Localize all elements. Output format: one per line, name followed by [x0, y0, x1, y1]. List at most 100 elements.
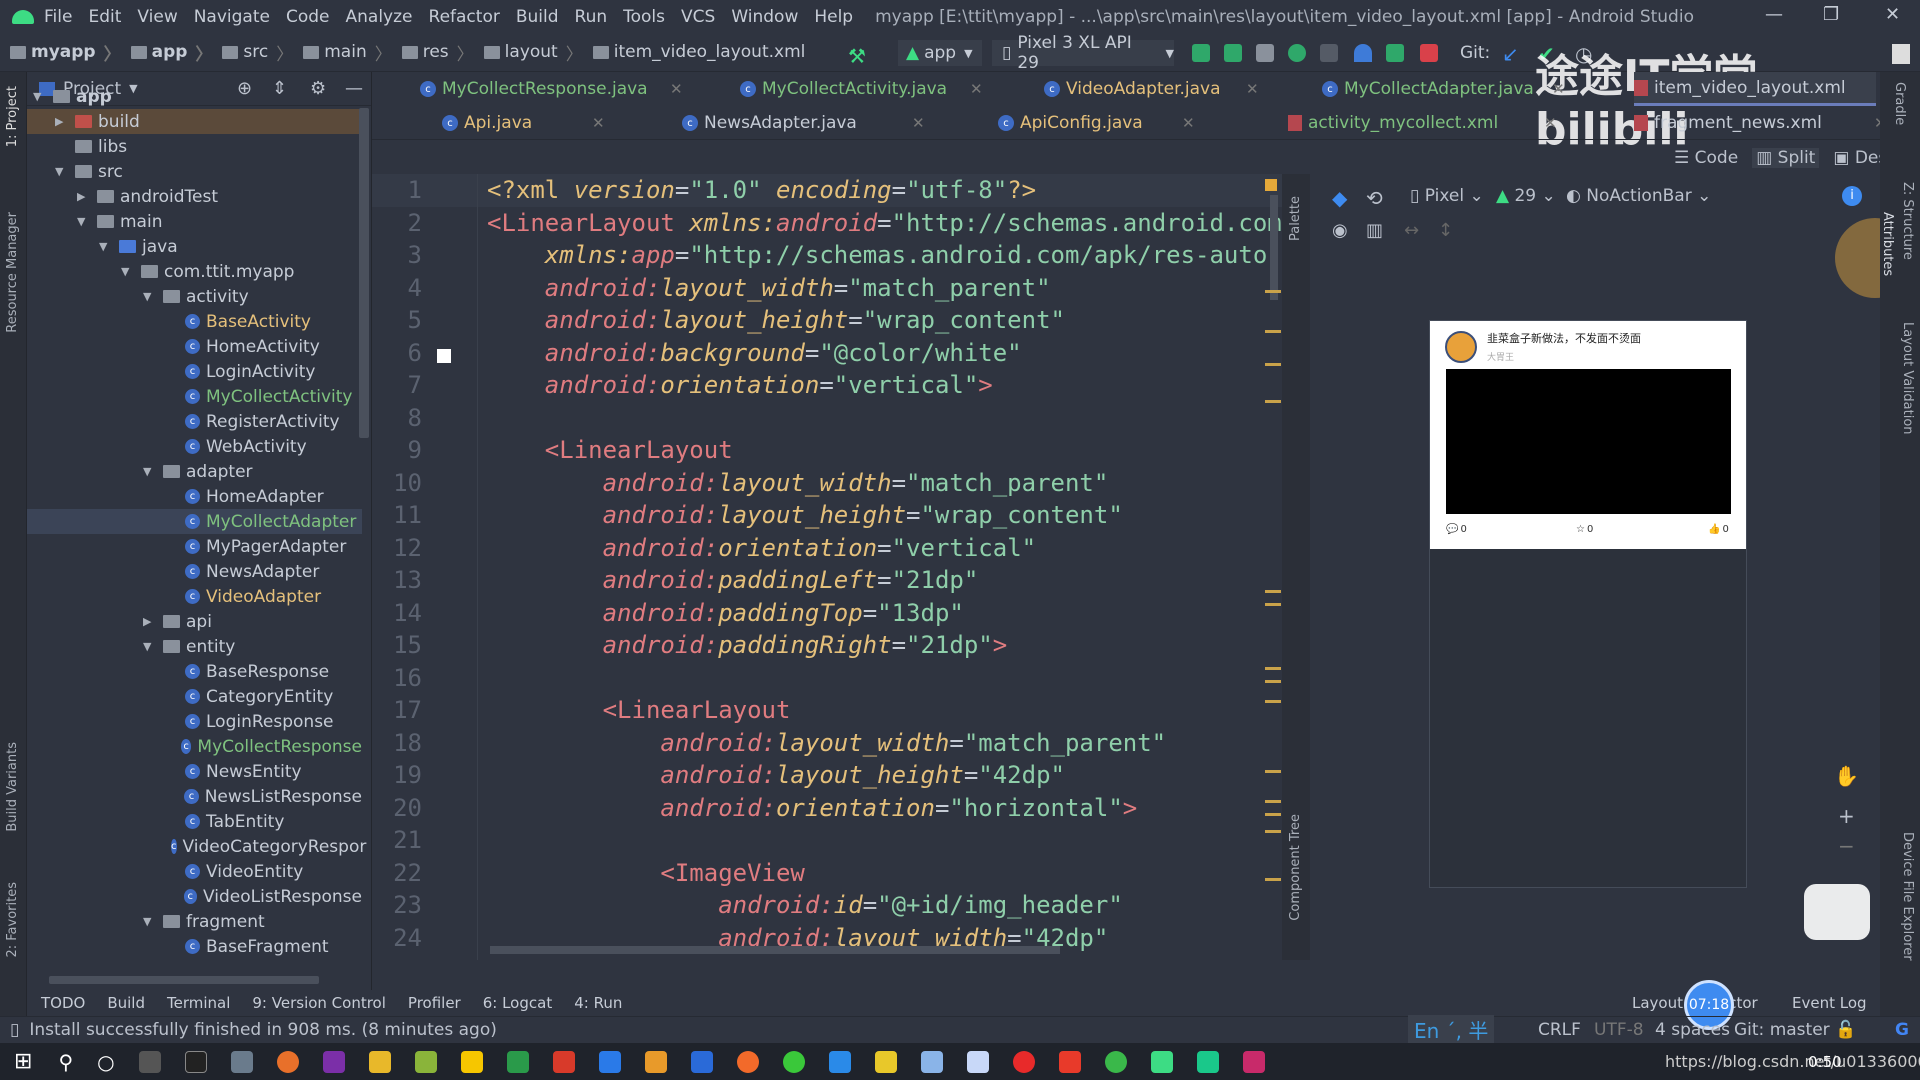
project-tool-tab[interactable]: 1: Project: [5, 86, 20, 147]
tool-window-button[interactable]: Build: [107, 994, 145, 1012]
menu-refactor[interactable]: Refactor: [429, 7, 500, 27]
tree-item[interactable]: ▶ api: [27, 609, 362, 634]
tree-item[interactable]: c MyCollectActivity: [27, 384, 362, 409]
zoom-in-icon[interactable]: +: [1838, 804, 1855, 828]
sticky-notes-icon[interactable]: [460, 1050, 483, 1073]
menu-analyze[interactable]: Analyze: [346, 7, 413, 27]
close-tab-icon[interactable]: ✕: [912, 114, 925, 132]
expanded-arrow-icon[interactable]: ▼: [33, 90, 47, 103]
git-update-icon[interactable]: ↙: [1502, 42, 1519, 66]
error-stripe-mark[interactable]: [1265, 800, 1281, 803]
git-branch[interactable]: Git: master: [1734, 1020, 1830, 1040]
editor-tab[interactable]: c NewsAdapter.java ✕: [682, 106, 925, 140]
layers-icon[interactable]: ◆: [1332, 186, 1347, 210]
horizontal-resize-icon[interactable]: ↔: [1404, 220, 1419, 241]
error-stripe-mark[interactable]: [1265, 813, 1281, 816]
calculator-icon[interactable]: [230, 1050, 253, 1073]
menu-vcs[interactable]: VCS: [681, 7, 715, 27]
menu-tools[interactable]: Tools: [623, 7, 665, 27]
tree-scrollbar[interactable]: [359, 108, 369, 438]
viewer-icon[interactable]: [920, 1050, 943, 1073]
word-icon[interactable]: [598, 1050, 621, 1073]
close-tab-icon[interactable]: ✕: [970, 80, 983, 98]
feishu-icon[interactable]: [966, 1050, 989, 1073]
collapsed-arrow-icon[interactable]: ▶: [143, 615, 157, 628]
chrome-icon[interactable]: [1104, 1050, 1127, 1073]
attach-process-icon[interactable]: [1386, 44, 1404, 62]
tree-item[interactable]: ▼ main: [27, 209, 362, 234]
blueprint-icon[interactable]: ▥: [1366, 220, 1383, 241]
editor-tab[interactable]: item_video_layout.xml✕: [1634, 72, 1907, 106]
editor-tab[interactable]: c MyCollectAdapter.java ✕: [1322, 72, 1565, 106]
tree-item[interactable]: ▼ java: [27, 234, 362, 259]
pan-hand-icon[interactable]: ✋: [1834, 764, 1859, 788]
close-tab-icon[interactable]: ✕: [592, 114, 605, 132]
tool-window-button[interactable]: 9: Version Control: [252, 994, 386, 1012]
menu-run[interactable]: Run: [575, 7, 608, 27]
tool-window-button[interactable]: 6: Logcat: [483, 994, 552, 1012]
minimize-button[interactable]: —: [1765, 4, 1783, 25]
tree-item[interactable]: c BaseFragment: [27, 934, 362, 959]
menu-help[interactable]: Help: [814, 7, 853, 27]
file-explorer-icon[interactable]: [874, 1050, 897, 1073]
close-tab-icon[interactable]: ✕: [1552, 80, 1565, 98]
tool-window-button[interactable]: Profiler: [408, 994, 461, 1012]
expanded-arrow-icon[interactable]: ▼: [143, 465, 157, 478]
tree-item[interactable]: c VideoListResponse: [27, 884, 362, 909]
youdao-icon[interactable]: [1058, 1050, 1081, 1073]
android-studio-task-icon[interactable]: [1150, 1050, 1173, 1073]
error-stripe-mark[interactable]: [1265, 770, 1281, 773]
collapsed-arrow-icon[interactable]: ▶: [77, 190, 91, 203]
apply-code-changes-icon[interactable]: [1224, 44, 1242, 62]
make-project-hammer-icon[interactable]: ⚒: [848, 44, 866, 68]
close-tab-icon[interactable]: ✕: [670, 80, 683, 98]
close-tab-icon[interactable]: ✕: [1182, 114, 1195, 132]
tree-item[interactable]: c MyPagerAdapter: [27, 534, 362, 559]
breadcrumb-item[interactable]: src 〉: [222, 40, 293, 65]
orientation-icon[interactable]: ⟲: [1366, 186, 1383, 210]
breadcrumb-item[interactable]: app 〉: [130, 40, 212, 65]
split-view-button[interactable]: ▥ Split: [1752, 148, 1820, 168]
vertical-resize-icon[interactable]: ↕: [1438, 220, 1453, 241]
expanded-arrow-icon[interactable]: ▼: [55, 165, 69, 178]
indent-setting[interactable]: 4 spaces: [1655, 1020, 1730, 1040]
tree-item[interactable]: c NewsEntity: [27, 759, 362, 784]
system-clock[interactable]: 0:50: [1808, 1053, 1842, 1071]
tree-item[interactable]: ▼ entity: [27, 634, 362, 659]
azure-icon[interactable]: [828, 1050, 851, 1073]
tree-item[interactable]: c CategoryEntity: [27, 684, 362, 709]
window-app-icon[interactable]: [690, 1050, 713, 1073]
intellij-icon[interactable]: [1242, 1050, 1265, 1073]
error-stripe-mark[interactable]: [1265, 700, 1281, 703]
tree-item[interactable]: ▼ fragment: [27, 909, 362, 934]
firefox-icon[interactable]: [276, 1050, 299, 1073]
netease-music-icon[interactable]: [1012, 1050, 1035, 1073]
file-encoding[interactable]: UTF-8: [1594, 1020, 1644, 1040]
error-stripe-mark[interactable]: [1265, 290, 1281, 293]
debug-icon[interactable]: [1288, 44, 1306, 62]
tree-item[interactable]: c HomeAdapter: [27, 484, 362, 509]
expanded-arrow-icon[interactable]: ▼: [143, 915, 157, 928]
tree-item[interactable]: c RegisterActivity: [27, 409, 362, 434]
lock-icon[interactable]: 🔓: [1835, 1020, 1856, 1040]
expanded-arrow-icon[interactable]: ▼: [99, 240, 113, 253]
error-stripe-mark[interactable]: [1265, 603, 1281, 606]
tree-item[interactable]: ▼ com.ttit.myapp: [27, 259, 362, 284]
palette-tool-tab[interactable]: Palette: [1288, 196, 1303, 241]
zoom-out-icon[interactable]: −: [1838, 834, 1855, 858]
close-tab-icon[interactable]: ✕: [1544, 114, 1557, 132]
error-stripe-mark[interactable]: [1265, 590, 1281, 593]
status-message[interactable]: Install successfully finished in 908 ms.…: [29, 1020, 497, 1040]
event-log-button[interactable]: Event Log: [1792, 994, 1867, 1012]
tree-item[interactable]: c VideoEntity: [27, 859, 362, 884]
tree-item[interactable]: c WebActivity: [27, 434, 362, 459]
device-preview-dropdown[interactable]: ▯ Pixel ⌄: [1410, 186, 1484, 206]
tree-item[interactable]: c LoginActivity: [27, 359, 362, 384]
resource-manager-tool-tab[interactable]: Resource Manager: [5, 212, 20, 333]
expanded-arrow-icon[interactable]: ▼: [121, 265, 135, 278]
layout-validation-tool-tab[interactable]: Layout Validation: [1900, 322, 1915, 435]
editor-horizontal-scrollbar[interactable]: [490, 946, 1060, 954]
tree-item[interactable]: c MyCollectResponse: [27, 734, 362, 759]
run-config-dropdown[interactable]: ▲ app ▼: [898, 40, 982, 66]
breadcrumb-item[interactable]: item_video_layout.xml: [592, 40, 805, 65]
